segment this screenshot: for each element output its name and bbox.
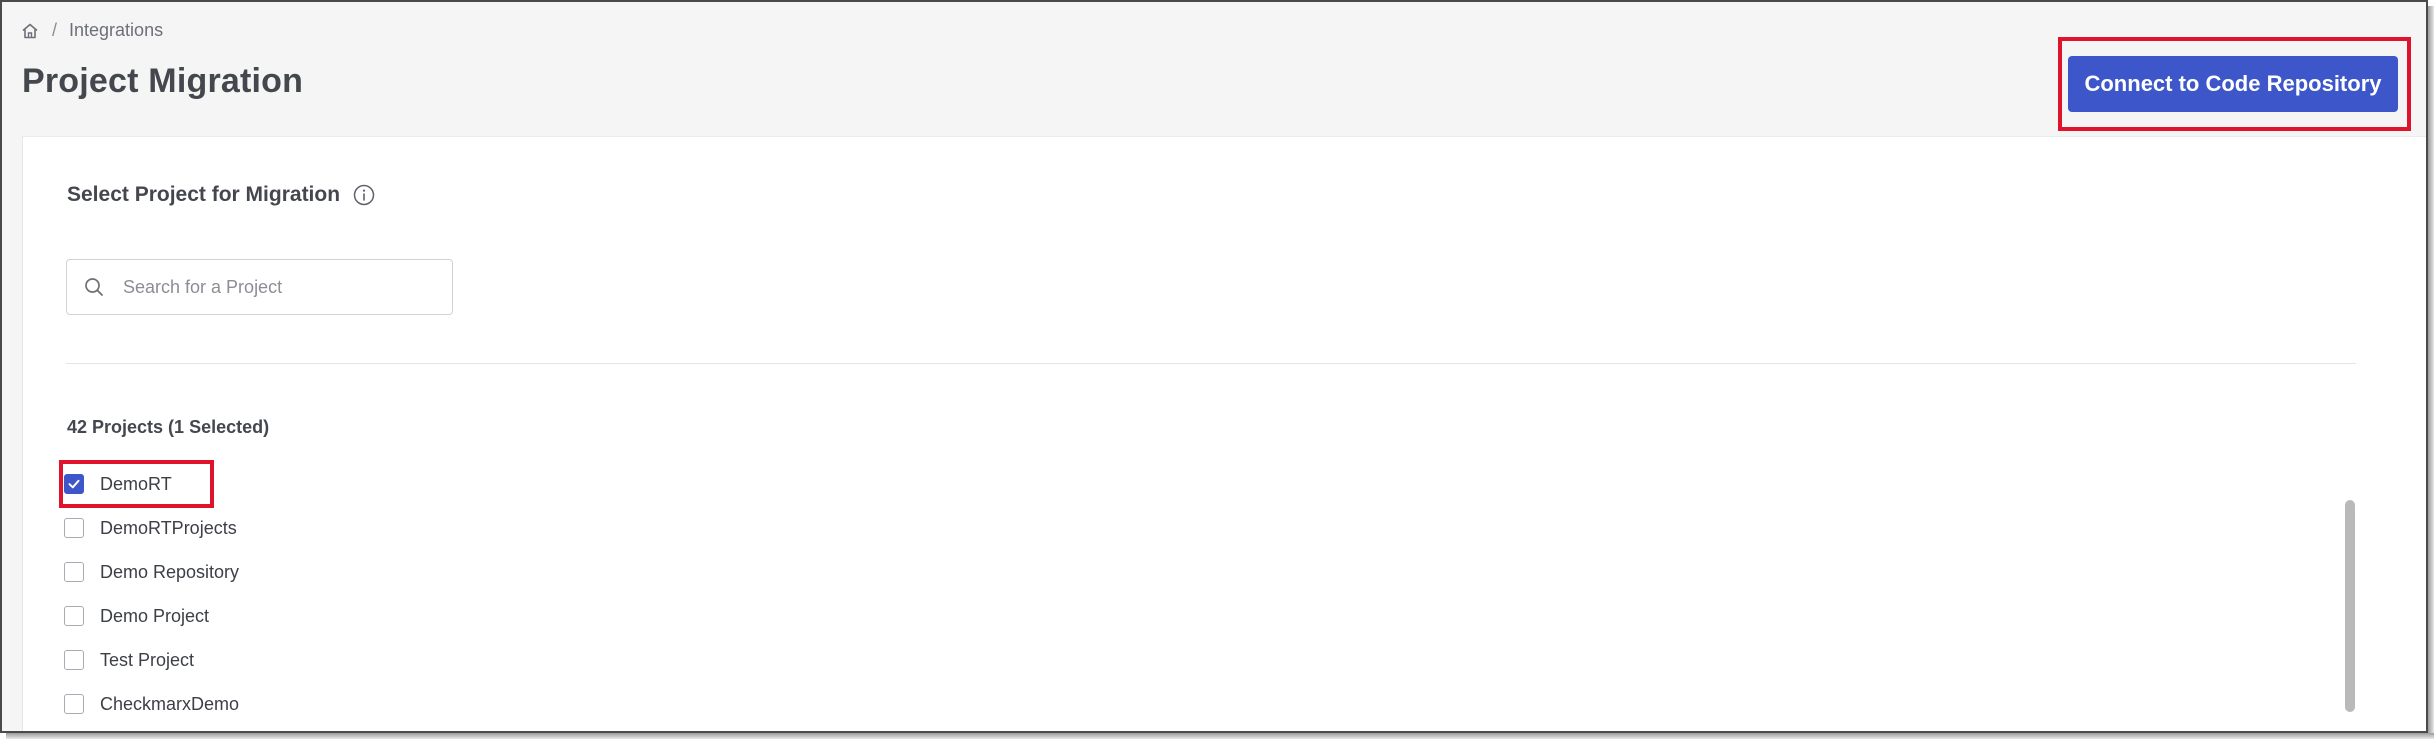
- checkbox[interactable]: [64, 650, 84, 670]
- section-divider: [66, 363, 2356, 364]
- scrollbar[interactable]: [2345, 500, 2355, 712]
- project-label: Demo Project: [100, 605, 210, 626]
- checkbox[interactable]: [64, 694, 84, 714]
- project-label: DemoRT: [100, 473, 172, 494]
- page-title: Project Migration: [22, 62, 304, 100]
- breadcrumb-integrations[interactable]: Integrations: [69, 20, 163, 41]
- search-input[interactable]: [123, 276, 423, 298]
- breadcrumb: / Integrations: [20, 20, 163, 41]
- search-icon: [83, 276, 105, 298]
- project-label: Demo Repository: [100, 561, 240, 582]
- project-item-checkmarxdemo[interactable]: CheckmarxDemo: [63, 684, 239, 724]
- app-window: / Integrations Project Migration Connect…: [0, 0, 2428, 733]
- project-label: CheckmarxDemo: [100, 693, 240, 714]
- project-item-demort[interactable]: DemoRT: [59, 460, 214, 508]
- connect-to-code-repository-button[interactable]: Connect to Code Repository: [2068, 56, 2398, 112]
- project-item-demo-project[interactable]: Demo Project: [63, 596, 209, 636]
- checkbox[interactable]: [64, 518, 84, 538]
- project-item-demortprojects[interactable]: DemoRTProjects: [63, 508, 237, 548]
- checkbox-checked[interactable]: [64, 474, 84, 494]
- checkbox[interactable]: [64, 562, 84, 582]
- project-label: DemoRTProjects: [100, 517, 237, 538]
- home-icon[interactable]: [20, 21, 40, 41]
- breadcrumb-separator: /: [52, 20, 58, 40]
- window-shadow-right: [2428, 6, 2434, 739]
- project-search[interactable]: [66, 259, 453, 315]
- window-shadow-bottom: [6, 733, 2434, 739]
- project-label: Test Project: [100, 649, 195, 670]
- section-title-text: Select Project for Migration: [67, 183, 341, 206]
- info-icon[interactable]: [352, 183, 376, 207]
- project-count: 42 Projects (1 Selected): [67, 417, 270, 437]
- section-title: Select Project for Migration: [67, 183, 376, 207]
- checkbox[interactable]: [64, 606, 84, 626]
- project-item-demo-repository[interactable]: Demo Repository: [63, 552, 239, 592]
- project-item-test-project[interactable]: Test Project: [63, 640, 194, 680]
- project-selection-card: Select Project for Migration 42 Projects…: [22, 136, 2426, 731]
